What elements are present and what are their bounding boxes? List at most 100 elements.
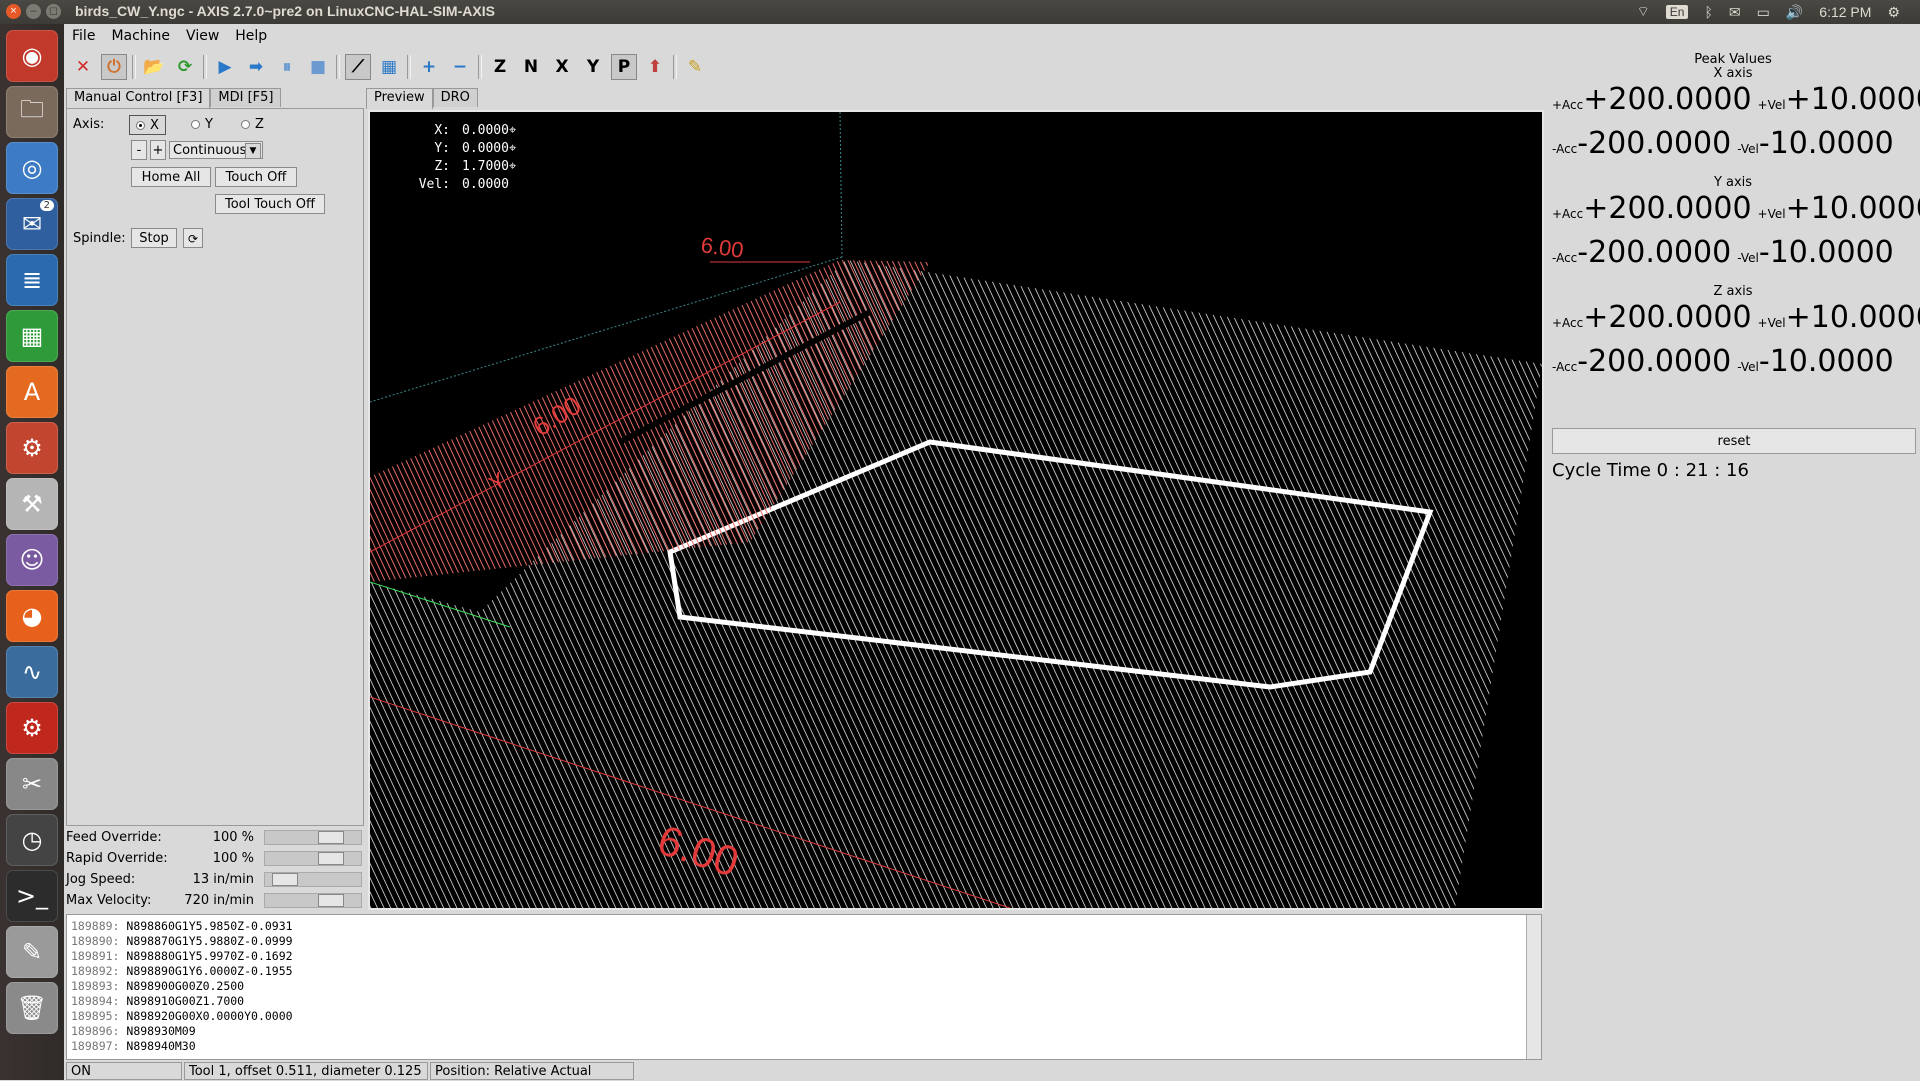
slider-thumb[interactable] <box>318 852 344 865</box>
battery-icon[interactable]: ▭ <box>1757 4 1770 21</box>
launcher-software-center-icon[interactable]: A <box>6 366 58 418</box>
view-perspective-icon[interactable]: P <box>611 54 637 80</box>
open-file-icon[interactable]: 📂 <box>141 54 167 80</box>
status-bar: ON Tool 1, offset 0.511, diameter 0.125 … <box>66 1062 1542 1080</box>
launcher-filezilla-icon[interactable]: ⚙ <box>6 702 58 754</box>
step-icon[interactable]: ➡ <box>243 54 269 80</box>
preview-viewport[interactable]: 6.00 6.00 6.00 Y X: 0.0000 ⌖ Y: 0.0000 ⌖ Z: 1… <box>368 110 1544 910</box>
gcode-line[interactable]: 189897: N898940M30 <box>71 1039 293 1054</box>
spindle-stop-button[interactable]: Stop <box>131 228 177 248</box>
launcher: ◉ 🗀 ◎ ✉ 2 ≣ ▦ A ⚙ ⚒ ☺ ◕ ∿ ⚙ ✂ ◷ >_ ✎ 🗑 <box>0 24 65 1080</box>
run-icon[interactable]: ▶ <box>212 54 238 80</box>
launcher-terminal-icon[interactable]: >_ <box>6 870 58 922</box>
launcher-clock-icon[interactable]: ◷ <box>6 814 58 866</box>
slider-thumb[interactable] <box>318 894 344 907</box>
launcher-ubuntu-dash-icon[interactable]: ◉ <box>6 30 58 82</box>
wifi-icon[interactable]: ⌔ <box>1637 3 1650 21</box>
zoom-in-icon[interactable]: + <box>416 54 442 80</box>
machine-power-icon[interactable]: ⏻ <box>101 54 127 80</box>
launcher-writer-icon[interactable]: ≣ <box>6 254 58 306</box>
launcher-files-icon[interactable]: 🗀 <box>6 86 58 138</box>
tab-manual-control[interactable]: Manual Control [F3] <box>66 88 211 109</box>
menu-view[interactable]: View <box>186 28 219 44</box>
volume-icon[interactable]: 🔊 <box>1786 4 1803 21</box>
spindle-forward-icon[interactable]: ⟳ <box>183 228 203 248</box>
mail-icon[interactable]: ✉ <box>1729 4 1741 21</box>
pause-icon[interactable]: ⏸ <box>274 54 300 80</box>
tab-dro[interactable]: DRO <box>432 88 478 107</box>
maximize-window-icon[interactable]: ◻ <box>46 4 61 19</box>
toolbar-separator <box>203 55 207 79</box>
power-gear-icon[interactable]: ⚙ <box>1887 4 1900 21</box>
menu-help[interactable]: Help <box>235 28 267 44</box>
toggle-optional-stop-icon[interactable]: ▦ <box>376 54 402 80</box>
override-slider[interactable] <box>264 872 362 887</box>
toolbar-separator <box>407 55 411 79</box>
toggle-tool-display-icon[interactable]: ⬆ <box>642 54 668 80</box>
clock[interactable]: 6:12 PM <box>1819 4 1871 20</box>
minimize-window-icon[interactable]: – <box>26 4 41 19</box>
view-z-rotated-icon[interactable]: N <box>518 54 544 80</box>
stop-icon[interactable]: ■ <box>305 54 331 80</box>
override-slider[interactable] <box>264 830 362 845</box>
peak-label: +Acc <box>1552 207 1584 221</box>
gcode-line[interactable]: 189889: N898860G1Y5.9850Z-0.0931 <box>71 919 293 934</box>
estop-icon[interactable]: ✕ <box>70 54 96 80</box>
tool-touch-off-button[interactable]: Tool Touch Off <box>215 194 325 214</box>
gcode-scrollbar[interactable] <box>1526 915 1541 1059</box>
gcode-line[interactable]: 189892: N898890G1Y6.0000Z-0.1955 <box>71 964 293 979</box>
launcher-chromium-icon[interactable]: ◎ <box>6 142 58 194</box>
slider-thumb[interactable] <box>318 831 344 844</box>
jog-increment-combo[interactable]: Continuous ▼ <box>169 141 263 159</box>
launcher-calc-icon[interactable]: ▦ <box>6 310 58 362</box>
gcode-line-code: N898880G1Y5.9970Z-0.1692 <box>126 949 293 963</box>
tab-mdi[interactable]: MDI [F5] <box>210 88 282 107</box>
dro-row: Vel: 0.0000 <box>400 176 516 194</box>
jog-minus-button[interactable]: - <box>131 140 147 160</box>
toolbar: ✕ ⏻ 📂 ⟳ ▶ ➡ ⏸ ■ ⟋ ▦ + − Z N X Y P ⬆ ✎ <box>64 52 1550 82</box>
gcode-line[interactable]: 189894: N898910G00Z1.7000 <box>71 994 293 1009</box>
home-all-button[interactable]: Home All <box>131 167 211 187</box>
launcher-trash-icon[interactable]: 🗑 <box>6 982 58 1034</box>
gcode-line[interactable]: 189896: N898930M09 <box>71 1024 293 1039</box>
keyboard-layout-indicator[interactable]: En <box>1665 5 1689 19</box>
launcher-pidgin-icon[interactable]: ☺ <box>6 534 58 586</box>
reload-icon[interactable]: ⟳ <box>172 54 198 80</box>
gcode-listing[interactable]: 189889: N898860G1Y5.9850Z-0.0931 189890: … <box>66 914 1542 1060</box>
menu-machine[interactable]: Machine <box>111 28 170 44</box>
override-slider[interactable] <box>264 893 362 908</box>
zoom-out-icon[interactable]: − <box>447 54 473 80</box>
override-slider[interactable] <box>264 851 362 866</box>
radio-dot-icon <box>136 120 145 130</box>
launcher-system-monitor-icon[interactable]: ∿ <box>6 646 58 698</box>
override-value: 13 in/min <box>192 872 254 887</box>
gcode-line-code: N898860G1Y5.9850Z-0.0931 <box>126 919 293 933</box>
view-z-icon[interactable]: Z <box>487 54 513 80</box>
launcher-thunderbird-icon[interactable]: ✉ 2 <box>6 198 58 250</box>
touch-off-button[interactable]: Touch Off <box>215 167 297 187</box>
view-y-icon[interactable]: Y <box>580 54 606 80</box>
toggle-skip-icon[interactable]: ⟋ <box>345 54 371 80</box>
view-x-icon[interactable]: X <box>549 54 575 80</box>
menu-file[interactable]: File <box>72 28 95 44</box>
jog-plus-button[interactable]: + <box>150 140 166 160</box>
launcher-system-settings-icon[interactable]: ⚙ <box>6 422 58 474</box>
launcher-linuxcnc-icon[interactable]: ✂ <box>6 758 58 810</box>
reset-button[interactable]: reset <box>1552 428 1916 454</box>
chevron-down-icon[interactable]: ▼ <box>245 143 261 159</box>
launcher-text-editor-icon[interactable]: ✎ <box>6 926 58 978</box>
axis-radio-z[interactable]: Z <box>241 115 264 133</box>
close-window-icon[interactable]: × <box>6 4 21 19</box>
launcher-tools-icon[interactable]: ⚒ <box>6 478 58 530</box>
tab-preview[interactable]: Preview <box>366 88 433 109</box>
launcher-firefox-icon[interactable]: ◕ <box>6 590 58 642</box>
gcode-line[interactable]: 189895: N898920G00X0.0000Y0.0000 <box>71 1009 293 1024</box>
slider-thumb[interactable] <box>272 873 298 886</box>
axis-radio-x[interactable]: X <box>129 115 166 135</box>
gcode-line[interactable]: 189893: N898900G00Z0.2500 <box>71 979 293 994</box>
gcode-line[interactable]: 189890: N898870G1Y5.9880Z-0.0999 <box>71 934 293 949</box>
gcode-line[interactable]: 189891: N898880G1Y5.9970Z-0.1692 <box>71 949 293 964</box>
bluetooth-icon[interactable]: ᛒ <box>1704 4 1712 20</box>
clear-backplot-icon[interactable]: ✎ <box>682 54 708 80</box>
axis-radio-y[interactable]: Y <box>191 115 213 133</box>
